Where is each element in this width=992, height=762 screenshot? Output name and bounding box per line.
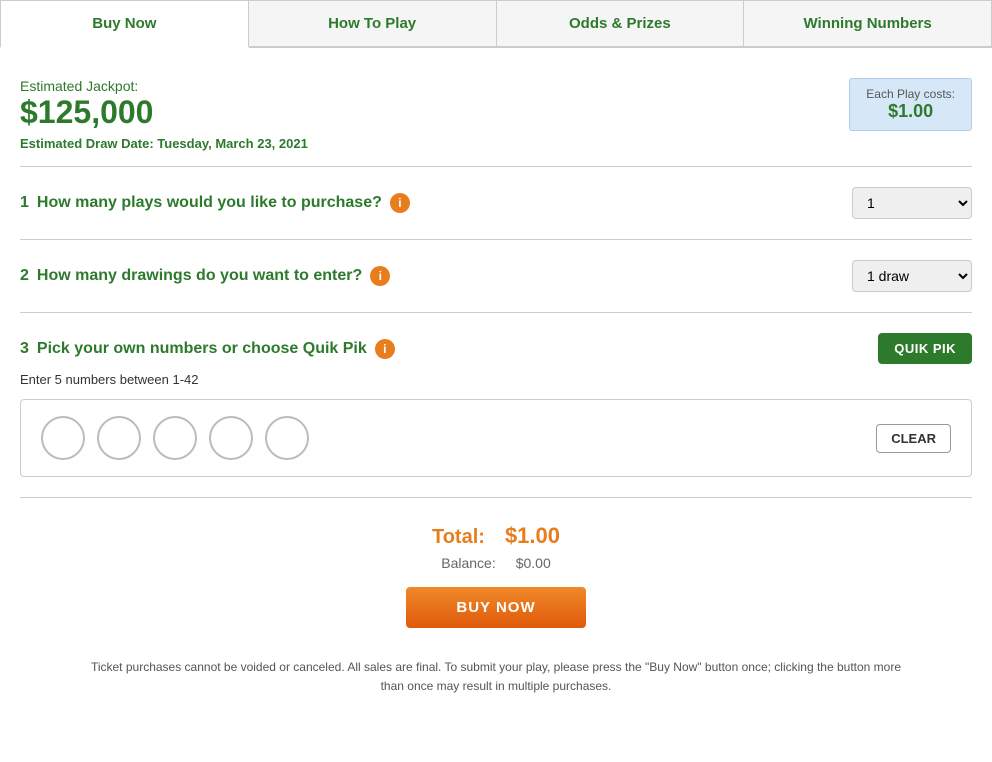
clear-button[interactable]: CLEAR <box>876 424 951 453</box>
total-row: Total: $1.00 <box>20 523 972 549</box>
section1-control: 1 2 3 4 5 <box>852 187 972 219</box>
section3-info-icon[interactable]: i <box>375 339 395 359</box>
section3-question: Pick your own numbers or choose Quik Pik <box>37 340 367 358</box>
section2-label: 2 How many drawings do you want to enter… <box>20 266 390 286</box>
number-circle-4[interactable] <box>209 416 253 460</box>
number-circle-2[interactable] <box>97 416 141 460</box>
number-circles <box>41 416 309 460</box>
section1-label: 1 How many plays would you like to purch… <box>20 193 410 213</box>
buy-now-button[interactable]: BUY NOW <box>406 587 585 628</box>
total-amount: $1.00 <box>505 523 560 549</box>
total-label: Total: <box>432 526 485 549</box>
play-cost-amount: $1.00 <box>866 101 955 122</box>
play-cost-box: Each Play costs: $1.00 <box>849 78 972 131</box>
tabs-nav: Buy Now How To Play Odds & Prizes Winnin… <box>0 0 992 48</box>
section1-info-icon[interactable]: i <box>390 193 410 213</box>
drawings-dropdown[interactable]: 1 draw 2 draws 3 draws 4 draws 5 draws <box>852 260 972 292</box>
balance-amount: $0.00 <box>516 555 551 571</box>
total-section: Total: $1.00 Balance: $0.00 BUY NOW <box>20 498 972 643</box>
draw-date-value: Tuesday, March 23, 2021 <box>157 136 308 151</box>
section3-number: 3 <box>20 340 29 358</box>
pick-header: 3 Pick your own numbers or choose Quik P… <box>20 333 972 364</box>
jackpot-info: Estimated Jackpot: $125,000 Estimated Dr… <box>20 78 308 151</box>
tab-buy-now[interactable]: Buy Now <box>0 0 249 48</box>
header-info: Estimated Jackpot: $125,000 Estimated Dr… <box>20 68 972 166</box>
number-circles-container: CLEAR <box>20 399 972 477</box>
number-circle-1[interactable] <box>41 416 85 460</box>
section2-info-icon[interactable]: i <box>370 266 390 286</box>
quik-pik-button[interactable]: QUIK PIK <box>878 333 972 364</box>
disclaimer: Ticket purchases cannot be voided or can… <box>20 643 972 716</box>
tab-how-to-play[interactable]: How To Play <box>249 0 497 46</box>
balance-row: Balance: $0.00 <box>20 555 972 571</box>
section1-number: 1 <box>20 194 29 212</box>
tab-odds-prizes[interactable]: Odds & Prizes <box>497 0 745 46</box>
section2-question: How many drawings do you want to enter? <box>37 267 362 285</box>
balance-label: Balance: <box>441 555 495 571</box>
main-content: Estimated Jackpot: $125,000 Estimated Dr… <box>0 48 992 716</box>
section-drawings: 2 How many drawings do you want to enter… <box>20 240 972 313</box>
section2-number: 2 <box>20 267 29 285</box>
tab-winning-numbers[interactable]: Winning Numbers <box>744 0 992 46</box>
jackpot-label: Estimated Jackpot: <box>20 78 308 94</box>
section-plays: 1 How many plays would you like to purch… <box>20 167 972 240</box>
section3-label: 3 Pick your own numbers or choose Quik P… <box>20 339 395 359</box>
section2-control: 1 draw 2 draws 3 draws 4 draws 5 draws <box>852 260 972 292</box>
plays-dropdown[interactable]: 1 2 3 4 5 <box>852 187 972 219</box>
jackpot-amount: $125,000 <box>20 94 308 131</box>
draw-date: Estimated Draw Date: Tuesday, March 23, … <box>20 136 308 151</box>
section-pick-numbers: 3 Pick your own numbers or choose Quik P… <box>20 313 972 498</box>
number-circle-3[interactable] <box>153 416 197 460</box>
section1-question: How many plays would you like to purchas… <box>37 194 382 212</box>
pick-subtitle: Enter 5 numbers between 1-42 <box>20 372 972 387</box>
draw-date-label: Estimated Draw Date: <box>20 136 154 151</box>
play-cost-label: Each Play costs: <box>866 87 955 101</box>
number-circle-5[interactable] <box>265 416 309 460</box>
